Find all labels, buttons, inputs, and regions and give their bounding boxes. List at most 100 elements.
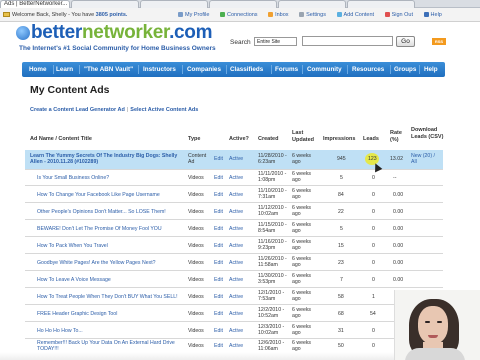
sign-out-link[interactable]: Sign Out <box>392 12 413 18</box>
active-toggle[interactable]: Active <box>229 156 243 162</box>
col-ad-name[interactable]: Ad Name / Content Title <box>30 136 92 143</box>
ad-title-link[interactable]: FREE Header Graphic Design Tool <box>37 311 117 317</box>
active-toggle[interactable]: Active <box>229 343 243 349</box>
leads-count: 0 <box>372 243 375 249</box>
ad-title-link[interactable]: How To Treat People When They Don't BUY … <box>37 294 178 300</box>
active-toggle[interactable]: Active <box>229 311 243 317</box>
nav-resources[interactable]: Resources <box>352 66 384 73</box>
edit-link[interactable]: Edit <box>214 226 223 232</box>
col-download-leads[interactable]: Download Leads (CSV) <box>411 127 445 140</box>
col-type[interactable]: Type <box>188 136 200 143</box>
ad-type: Videos <box>188 311 204 317</box>
ad-title-link[interactable]: Remember!!! Back Up Your Data On An Exte… <box>37 340 183 352</box>
ad-title-link[interactable]: Learn The Yummy Secrets Of The Industry … <box>30 153 180 165</box>
search-scope-select[interactable]: Entire Site <box>254 37 297 46</box>
active-toggle[interactable]: Active <box>229 277 243 283</box>
ad-title-link[interactable]: Other People's Opinions Don't Matter... … <box>37 209 166 215</box>
envelope-icon[interactable] <box>3 12 10 18</box>
search-input[interactable] <box>302 36 393 46</box>
impressions-count: 23 <box>338 260 344 266</box>
nav-instructors[interactable]: Instructors <box>143 66 176 73</box>
connections-link[interactable]: Connections <box>227 12 258 18</box>
edit-link[interactable]: Edit <box>214 260 223 266</box>
help-link[interactable]: Help <box>431 12 442 18</box>
browser-tab-ads[interactable]: Ads | BetterNetworker... <box>0 0 70 8</box>
nav-forums[interactable]: Forums <box>275 66 298 73</box>
inbox-link[interactable]: Inbox <box>275 12 288 18</box>
select-active-ads-link[interactable]: Select Active Content Ads <box>130 107 198 113</box>
edit-link[interactable]: Edit <box>214 277 223 283</box>
create-content-ad-link[interactable]: Create a Content Lead Generator Ad <box>30 107 125 113</box>
active-toggle[interactable]: Active <box>229 209 243 215</box>
help-icon <box>423 12 429 18</box>
edit-link[interactable]: Edit <box>214 294 223 300</box>
last-updated: 6 weeks ago <box>292 188 312 200</box>
browser-tab[interactable] <box>278 0 346 8</box>
ad-title-link[interactable]: BEWARE! Don't Let The Promise Of Money F… <box>37 226 162 232</box>
created-date: 12/3/2010 - 10:02am <box>258 324 285 336</box>
impressions-count: 31 <box>338 328 344 334</box>
nav-abn-vault[interactable]: "The ABN Vault" <box>84 66 133 73</box>
ad-title-link[interactable]: How To Change Your Facebook Like Page Us… <box>37 192 160 198</box>
ad-title-link[interactable]: Ho Ho Ho How To... <box>37 328 83 334</box>
nav-groups[interactable]: Groups <box>394 66 416 73</box>
add-content-link[interactable]: Add Content <box>344 12 375 18</box>
logo-globe-icon[interactable] <box>16 26 30 40</box>
my-profile-link[interactable]: My Profile <box>185 12 209 18</box>
col-rate[interactable]: Rate (%) <box>390 130 404 143</box>
edit-link[interactable]: Edit <box>214 175 223 181</box>
active-toggle[interactable]: Active <box>229 175 243 181</box>
browser-tab[interactable] <box>71 0 139 8</box>
created-date: 11/26/2010 - 11:58am <box>258 256 287 268</box>
created-date: 11/10/2010 - 7:31am <box>258 188 287 200</box>
browser-tab[interactable] <box>140 0 208 8</box>
edit-link[interactable]: Edit <box>214 243 223 249</box>
nav-community[interactable]: Community <box>307 66 342 73</box>
last-updated: 6 weeks ago <box>292 273 312 285</box>
nav-divider <box>53 65 54 74</box>
ad-title-link[interactable]: Goodbye White Pages! Are the Yellow Page… <box>37 260 156 266</box>
ad-title-link[interactable]: How To Pack When You Travel <box>37 243 108 249</box>
nav-home[interactable]: Home <box>29 66 47 73</box>
nav-classifieds[interactable]: Classifieds <box>230 66 263 73</box>
nav-learn[interactable]: Learn <box>56 66 73 73</box>
rate-value: -- <box>393 175 397 181</box>
nav-help[interactable]: Help <box>424 66 438 73</box>
logo-text-better: better <box>31 22 82 43</box>
active-toggle[interactable]: Active <box>229 294 243 300</box>
active-toggle[interactable]: Active <box>229 328 243 334</box>
site-logo[interactable]: betternetworker.com <box>31 22 213 44</box>
points-count[interactable]: 3805 points. <box>96 12 128 18</box>
col-leads[interactable]: Leads <box>363 136 379 143</box>
active-toggle[interactable]: Active <box>229 192 243 198</box>
profile-icon <box>178 12 183 18</box>
col-active[interactable]: Active? <box>229 136 249 143</box>
ad-title-link[interactable]: Is Your Small Business Online? <box>37 175 109 181</box>
rss-icon[interactable]: RSS <box>432 38 446 45</box>
col-created[interactable]: Created <box>258 136 278 143</box>
ad-type: Videos <box>188 209 204 215</box>
edit-link[interactable]: Edit <box>214 343 223 349</box>
search-go-button[interactable]: Go <box>396 36 415 47</box>
active-toggle[interactable]: Active <box>229 260 243 266</box>
col-impressions[interactable]: Impressions <box>323 136 355 143</box>
settings-link[interactable]: Settings <box>306 12 326 18</box>
nav-companies[interactable]: Companies <box>187 66 221 73</box>
created-date: 11/15/2010 - 8:54am <box>258 222 287 234</box>
ad-title-link[interactable]: How To Leave A Voice Message <box>37 277 111 283</box>
edit-link[interactable]: Edit <box>214 328 223 334</box>
rate-value: 0.00 <box>393 209 404 215</box>
browser-tab[interactable] <box>209 0 277 8</box>
last-updated: 6 weeks ago <box>292 307 312 319</box>
edit-link[interactable]: Edit <box>214 156 223 162</box>
edit-link[interactable]: Edit <box>214 192 223 198</box>
impressions-count: 50 <box>338 343 344 349</box>
active-toggle[interactable]: Active <box>229 226 243 232</box>
edit-link[interactable]: Edit <box>214 209 223 215</box>
edit-link[interactable]: Edit <box>214 311 223 317</box>
active-toggle[interactable]: Active <box>229 243 243 249</box>
download-leads-link[interactable]: New (20) / All <box>411 153 441 165</box>
browser-tab[interactable] <box>347 0 415 8</box>
col-last-updated[interactable]: Last Updated <box>292 130 322 143</box>
welcome-text: Welcome Back, Shelly - You have <box>12 12 95 18</box>
